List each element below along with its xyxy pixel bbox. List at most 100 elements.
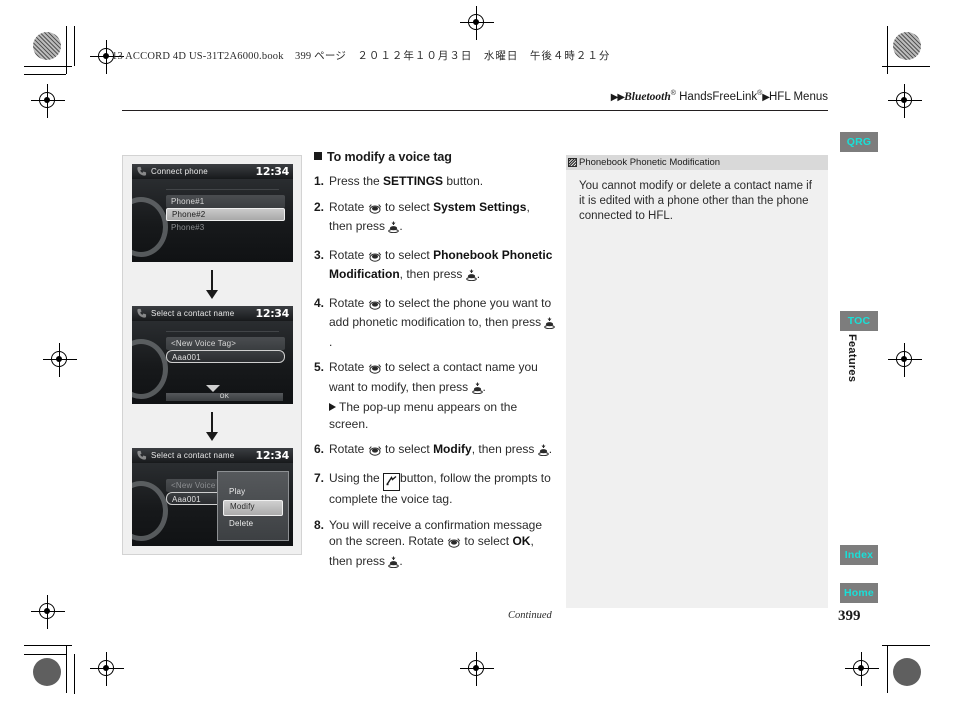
header-rule <box>122 110 828 111</box>
crop-mark-tl-v2 <box>74 26 75 66</box>
rotary-knob-icon <box>447 538 461 548</box>
tab-index[interactable]: Index <box>840 545 878 565</box>
tab-qrg-label: QRG <box>846 136 872 148</box>
device-list-item[interactable]: <New Voice Tag> <box>166 337 285 350</box>
press-knob-icon <box>537 444 549 457</box>
device-screenshot: Select a contact name 12:34 <New Voice Tag… <box>132 306 293 404</box>
breadcrumb-bluetooth: Bluetooth <box>624 90 671 103</box>
popup-menu-item[interactable]: Play <box>223 485 283 499</box>
device-title-bar: Connect phone 12:34 <box>132 164 293 179</box>
device-list-item[interactable]: Aaa001 <box>166 350 285 363</box>
step-phrase: , then press <box>471 442 538 456</box>
step-phrase: Press the <box>329 174 384 188</box>
instruction-step: 1. Press the SETTINGS button. <box>314 173 556 190</box>
press-knob-icon-wrap <box>388 556 400 573</box>
section-tab-features: Features <box>846 334 858 383</box>
press-knob-icon <box>388 221 400 234</box>
step-phrase: . <box>399 553 403 568</box>
step-phrase: Rotate <box>329 295 368 310</box>
instruction-step: 3. Rotate to select Phonebook Phonetic Mo… <box>314 247 556 286</box>
step-text: Using the button, follow the prompts to … <box>329 470 556 508</box>
instruction-step: 6. Rotate to select Modify, then press . <box>314 441 556 461</box>
registration-dot-top-left <box>33 32 61 60</box>
registration-cross-mid-left <box>43 343 77 377</box>
tab-toc-label: TOC <box>847 315 871 327</box>
step-subnote: The pop-up menu appears on the screen. <box>329 399 556 432</box>
selector-arc-icon <box>132 197 168 257</box>
step-phrase: . <box>476 267 481 281</box>
crop-mark-br-v <box>887 645 888 693</box>
registration-cross-bottom-left <box>31 595 65 629</box>
print-book-header: 13 ACCORD 4D US-31T2A6000.book 399 ページ ２… <box>112 48 610 63</box>
rotary-knob-icon-wrap <box>368 202 382 219</box>
step-phrase: to select <box>381 199 434 214</box>
step-text: Rotate to select the phone you want to a… <box>329 295 556 351</box>
step-emphasis: SETTINGS <box>383 174 444 188</box>
registration-dot-bottom-left <box>33 658 61 686</box>
step-number: 6. <box>314 442 325 456</box>
note-box-header: Phonebook Phonetic Modification <box>566 155 828 170</box>
phone-icon <box>137 166 147 176</box>
rotary-knob-icon <box>368 203 381 214</box>
breadcrumb: ▶▶Bluetooth® HandsFreeLink®▶HFL Menus <box>611 90 828 103</box>
crop-mark-bl-v2 <box>74 654 75 694</box>
tab-toc[interactable]: TOC <box>840 311 878 331</box>
press-knob-icon <box>465 269 477 282</box>
step-phrase: . <box>399 219 403 233</box>
device-list-item[interactable]: Phone#3 <box>166 221 285 234</box>
step-emphasis: OK <box>512 534 531 548</box>
device-list-item[interactable]: Phone#2 <box>166 208 285 221</box>
rotary-knob-icon <box>368 299 381 310</box>
step-phrase: to select <box>381 247 434 262</box>
note-body: You cannot modify or delete a contact na… <box>566 170 828 608</box>
device-ok-bar[interactable]: OK <box>166 393 283 401</box>
device-clock: 12:34 <box>255 165 289 178</box>
tab-home[interactable]: Home <box>840 583 878 603</box>
talk-button-icon-wrap <box>383 472 401 491</box>
press-knob-icon <box>388 556 400 568</box>
note-box: Phonebook Phonetic Modification You cann… <box>566 155 828 608</box>
press-knob-icon-wrap <box>471 382 483 399</box>
tab-qrg[interactable]: QRG <box>840 132 878 152</box>
step-phrase: . <box>329 334 333 349</box>
step-text: Rotate to select System Settings, then p… <box>329 199 556 238</box>
section-bullet-icon <box>314 152 322 160</box>
step-number: 5. <box>314 360 325 374</box>
breadcrumb-arrow-mid: ▶ <box>762 91 770 103</box>
popup-menu-item[interactable]: Delete <box>223 517 283 531</box>
device-clock: 12:34 <box>255 307 289 320</box>
section-heading: To modify a voice tag <box>314 150 556 164</box>
registration-cross-bottom-right <box>845 652 879 686</box>
device-list-item[interactable]: Phone#1 <box>166 195 285 208</box>
book-filename: 13 ACCORD 4D US-31T2A6000.book <box>112 51 284 62</box>
press-knob-icon-wrap <box>388 221 400 238</box>
flow-arrow-down-icon <box>132 404 292 448</box>
device-body: <New Voice Tag> Aaa001 Play Modify Delete <box>132 463 293 546</box>
popup-menu-item[interactable]: Modify <box>223 500 283 516</box>
breadcrumb-sup-1: ® <box>670 90 676 97</box>
rotary-knob-icon-wrap <box>368 444 382 461</box>
device-popup-menu: Play Modify Delete <box>217 471 289 541</box>
step-subnote-text: The pop-up menu appears on the screen. <box>329 400 518 431</box>
rotary-knob-icon <box>368 251 381 262</box>
step-phrase: . <box>482 379 486 394</box>
subnote-triangle-icon <box>329 403 336 411</box>
step-number: 7. <box>314 470 325 485</box>
registration-cross-top-left <box>31 84 65 118</box>
device-list-separator <box>166 331 279 332</box>
instruction-step: 4. Rotate to select the phone you want to… <box>314 295 556 351</box>
breadcrumb-arrow-lead: ▶▶ <box>610 91 625 103</box>
rotary-knob-icon-wrap <box>447 536 461 553</box>
step-number: 3. <box>314 247 325 262</box>
scroll-down-arrow-icon[interactable] <box>205 385 220 392</box>
tab-home-label: Home <box>844 587 874 599</box>
book-date-line: ２０１２年１０月３日 水曜日 午後４時２１分 <box>357 51 611 62</box>
selector-arc-icon <box>132 481 168 541</box>
registration-cross-mid-right <box>888 343 922 377</box>
book-page-marker: 399 ページ <box>295 51 347 62</box>
crop-mark-br-h <box>882 645 930 646</box>
device-list: Phone#1 Phone#2 Phone#3 <box>166 195 285 234</box>
note-title: Phonebook Phonetic Modification <box>579 157 721 168</box>
screenshot-flow-column: Connect phone 12:34 Phone#1 Phone#2 Phone#3 S… <box>122 155 302 555</box>
device-title: Select a contact name <box>151 451 235 460</box>
